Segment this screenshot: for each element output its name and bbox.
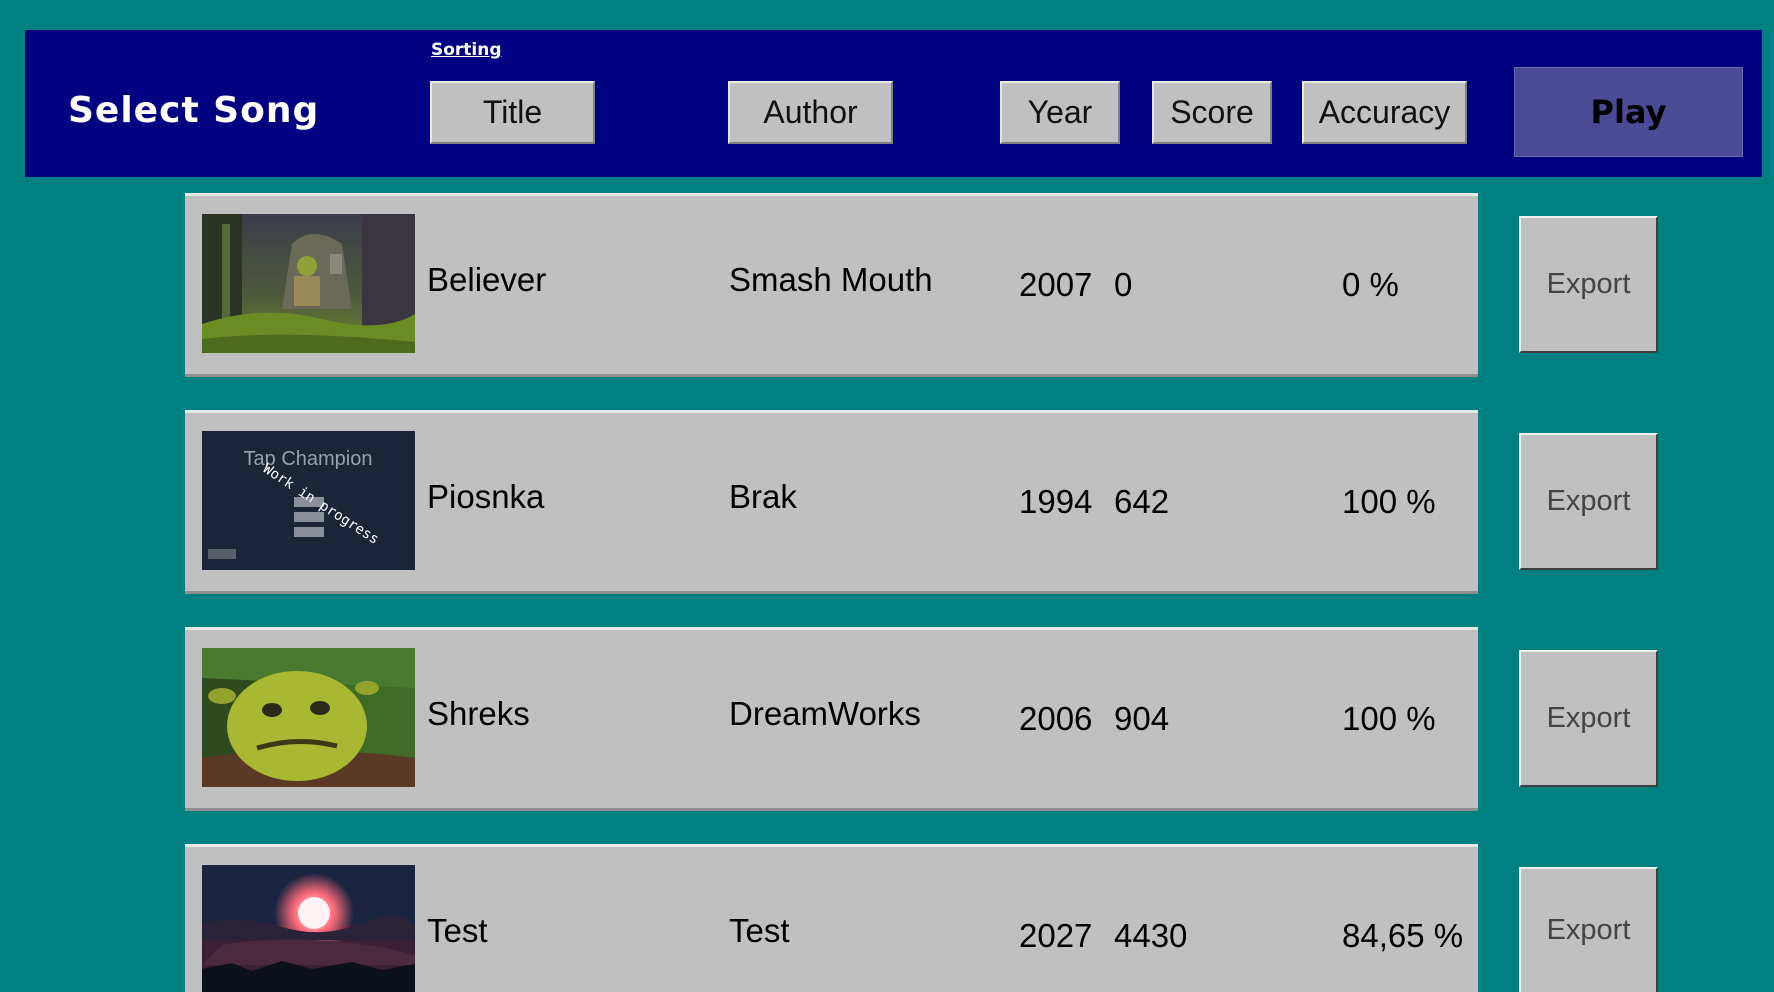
tap-champion-wip-image: Tap Champion Work in progress bbox=[202, 431, 415, 570]
song-row[interactable]: Test Test 2027 4430 84,65 % bbox=[185, 844, 1478, 992]
song-title: Test bbox=[427, 912, 488, 949]
header-bar: Select Song Sorting Title Author Year Sc… bbox=[25, 30, 1762, 177]
sort-year-button[interactable]: Year bbox=[1000, 81, 1120, 144]
export-button[interactable]: Export bbox=[1519, 650, 1658, 787]
sort-author-button[interactable]: Author bbox=[728, 81, 893, 144]
song-author: DreamWorks bbox=[729, 695, 921, 732]
song-author: Test bbox=[729, 912, 790, 949]
song-row[interactable]: Tap Champion Work in progress Piosnka Br… bbox=[185, 410, 1478, 594]
sort-score-button[interactable]: Score bbox=[1152, 81, 1272, 144]
export-button[interactable]: Export bbox=[1519, 216, 1658, 353]
sort-accuracy-button[interactable]: Accuracy bbox=[1302, 81, 1467, 144]
song-accuracy: 0 % bbox=[1342, 266, 1399, 303]
song-title: Piosnka bbox=[427, 478, 545, 515]
shrek-face-image bbox=[202, 648, 415, 787]
sort-title-button[interactable]: Title bbox=[430, 81, 595, 144]
song-year: 2007 bbox=[1019, 266, 1093, 303]
song-author: Smash Mouth bbox=[729, 261, 933, 298]
play-button[interactable]: Play bbox=[1514, 67, 1743, 157]
song-row[interactable]: Believer Smash Mouth 2007 0 0 % bbox=[185, 193, 1478, 377]
song-score: 0 bbox=[1114, 266, 1133, 303]
export-button[interactable]: Export bbox=[1519, 433, 1658, 570]
export-button[interactable]: Export bbox=[1519, 867, 1658, 992]
song-score: 642 bbox=[1114, 483, 1170, 520]
song-accuracy: 100 % bbox=[1342, 700, 1436, 737]
song-year: 1994 bbox=[1019, 483, 1093, 520]
sunset-clouds-image bbox=[202, 865, 415, 992]
thumb-title: Tap Champion bbox=[244, 448, 373, 470]
sorting-label: Sorting bbox=[431, 40, 502, 60]
page-title: Select Song bbox=[68, 90, 320, 131]
song-year: 2027 bbox=[1019, 917, 1093, 954]
song-score: 4430 bbox=[1114, 917, 1188, 954]
song-score: 904 bbox=[1114, 700, 1170, 737]
song-year: 2006 bbox=[1019, 700, 1093, 737]
song-accuracy: 84,65 % bbox=[1342, 917, 1464, 954]
song-title: Believer bbox=[427, 261, 547, 298]
song-row[interactable]: Shreks DreamWorks 2006 904 100 % bbox=[185, 627, 1478, 811]
song-accuracy: 100 % bbox=[1342, 483, 1436, 520]
song-author: Brak bbox=[729, 478, 797, 515]
song-title: Shreks bbox=[427, 695, 530, 732]
shrek-swamp-image bbox=[202, 214, 415, 353]
